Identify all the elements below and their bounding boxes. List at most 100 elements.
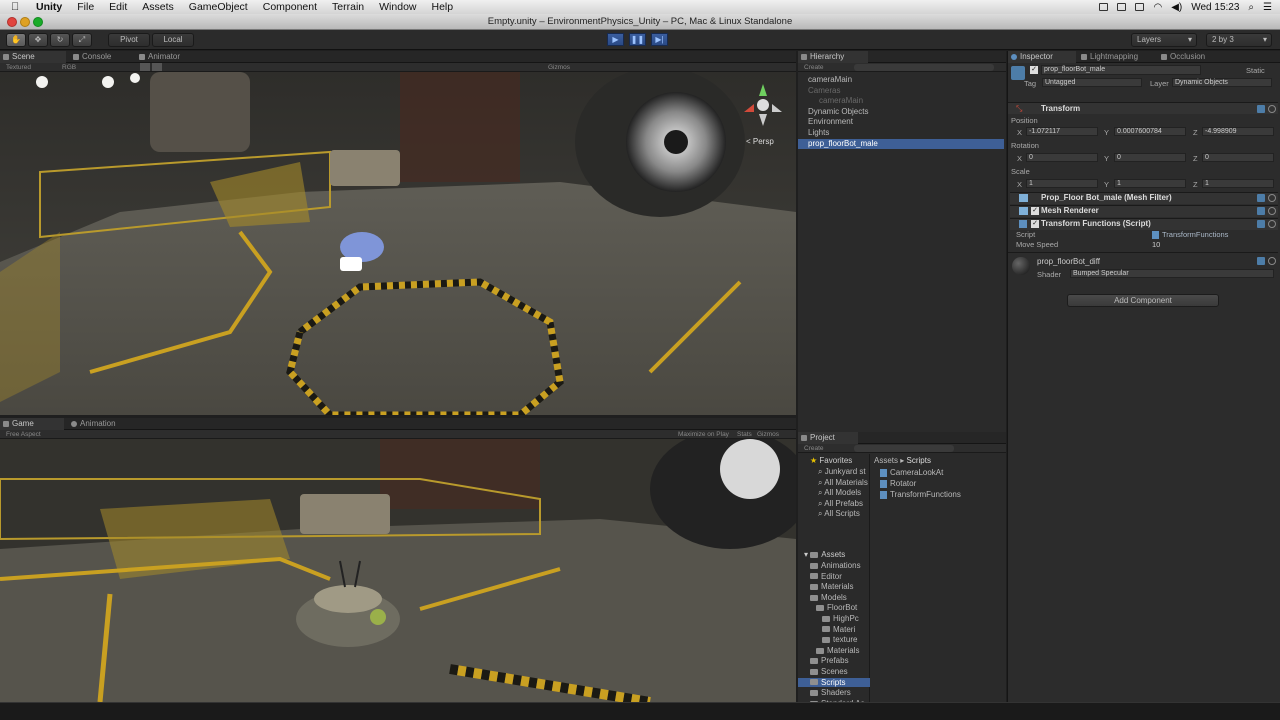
help-book-icon[interactable] xyxy=(1257,220,1265,228)
hierarchy-item[interactable]: Lights xyxy=(798,128,1004,138)
tab-animation[interactable]: Animation xyxy=(68,418,138,430)
hierarchy-item[interactable]: cameraMain xyxy=(798,96,1004,106)
tab-inspector[interactable]: Inspector xyxy=(1008,51,1076,63)
asset-folder-item[interactable]: Scenes xyxy=(798,667,870,676)
persp-label[interactable]: < Persp xyxy=(746,137,774,146)
maximize-on-play-toggle[interactable]: Maximize on Play xyxy=(678,430,729,439)
script-file-item[interactable]: TransformFunctions xyxy=(880,490,961,499)
rotate-tool-button[interactable]: ↻ xyxy=(50,33,70,47)
menu-component[interactable]: Component xyxy=(263,1,317,13)
asset-folder-item[interactable]: HighPc xyxy=(798,614,870,623)
help-book-icon[interactable] xyxy=(1257,257,1265,265)
menu-window[interactable]: Window xyxy=(379,1,416,13)
help-book-icon[interactable] xyxy=(1257,207,1265,215)
menu-gameobject[interactable]: GameObject xyxy=(189,1,248,13)
tab-lightmapping[interactable]: Lightmapping xyxy=(1078,51,1156,63)
lighting-toggle-icon[interactable] xyxy=(140,63,150,71)
move-tool-button[interactable]: ✥ xyxy=(28,33,48,47)
menu-file[interactable]: File xyxy=(77,1,94,13)
scale-y-field[interactable]: 1 xyxy=(1114,179,1186,188)
layer-dropdown[interactable]: Dynamic Objects xyxy=(1172,78,1272,87)
active-checkbox[interactable]: ✓ xyxy=(1030,66,1038,74)
asset-folder-item[interactable]: Materials xyxy=(798,582,870,591)
object-name-field[interactable]: prop_floorBot_male xyxy=(1041,65,1201,75)
favorite-item[interactable]: ⌕ All Materials xyxy=(818,478,868,488)
breadcrumb-leaf[interactable]: Scripts xyxy=(907,456,931,465)
scene-orientation-gizmo[interactable] xyxy=(740,82,786,128)
asset-folder-item[interactable]: Materials xyxy=(798,646,870,655)
battery-icon[interactable] xyxy=(1135,3,1145,11)
menu-edit[interactable]: Edit xyxy=(109,1,127,13)
tab-occlusion[interactable]: Occlusion xyxy=(1158,51,1228,63)
layers-dropdown[interactable]: Layers ▾ xyxy=(1131,33,1197,47)
rot-z-field[interactable]: 0 xyxy=(1202,153,1274,162)
pos-x-field[interactable]: -1.072117 xyxy=(1026,127,1098,136)
hierarchy-item[interactable]: Environment xyxy=(798,117,1004,127)
asset-folder-item[interactable]: Materi xyxy=(798,625,870,634)
rgb-dropdown[interactable]: RGB xyxy=(62,63,76,72)
tab-hierarchy[interactable]: Hierarchy xyxy=(798,51,868,63)
help-book-icon[interactable] xyxy=(1257,105,1265,113)
hierarchy-create-button[interactable]: Create xyxy=(804,63,824,72)
asset-folder-item[interactable]: Shaders xyxy=(798,688,870,697)
play-button[interactable]: ▶ xyxy=(607,33,624,46)
mesh-renderer-checkbox[interactable]: ✓ xyxy=(1031,207,1039,215)
hierarchy-item[interactable]: cameraMain xyxy=(798,75,1004,85)
favorite-item[interactable]: ⌕ All Models xyxy=(818,488,861,498)
search-icon[interactable]: ⌕ xyxy=(1248,2,1254,13)
rot-y-field[interactable]: 0 xyxy=(1114,153,1186,162)
asset-folder-item[interactable]: Editor xyxy=(798,572,870,581)
move-speed-field[interactable]: 10 xyxy=(1152,240,1160,249)
menu-app-name[interactable]: Unity xyxy=(36,1,62,13)
assets-header[interactable]: ▾ Assets xyxy=(804,550,845,559)
gear-icon[interactable] xyxy=(1268,194,1276,202)
add-component-button[interactable]: Add Component xyxy=(1067,294,1219,307)
script-file-item[interactable]: Rotator xyxy=(880,479,916,488)
gizmos-dropdown[interactable]: Gizmos xyxy=(548,63,570,72)
project-create-button[interactable]: Create xyxy=(804,444,824,453)
project-search-input[interactable] xyxy=(854,445,954,452)
pause-button[interactable]: ❚❚ xyxy=(629,33,646,46)
hierarchy-item[interactable]: prop_floorBot_male xyxy=(798,138,1004,149)
gizmos-toggle[interactable]: Gizmos xyxy=(757,430,779,439)
zoom-window-button[interactable] xyxy=(33,17,43,27)
minimize-window-button[interactable] xyxy=(20,17,30,27)
hand-tool-button[interactable]: ✋ xyxy=(6,33,26,47)
asset-folder-item[interactable]: Animations xyxy=(798,561,870,570)
static-toggle[interactable]: Static xyxy=(1246,66,1265,75)
help-book-icon[interactable] xyxy=(1257,194,1265,202)
local-toggle[interactable]: Local xyxy=(152,33,194,47)
pos-y-field[interactable]: 0.0007600784 xyxy=(1114,127,1186,136)
menu-help[interactable]: Help xyxy=(432,1,454,13)
apple-menu-icon[interactable]:  xyxy=(11,1,22,13)
volume-icon[interactable]: ◀) xyxy=(1171,2,1182,13)
asset-folder-item[interactable]: Prefabs xyxy=(798,656,870,665)
favorite-item[interactable]: ⌕ All Scripts xyxy=(818,509,860,519)
audio-toggle-icon[interactable] xyxy=(152,63,162,71)
favorites-header[interactable]: ★ Favorites xyxy=(810,456,852,465)
tag-dropdown[interactable]: Untagged xyxy=(1042,78,1142,87)
record-icon[interactable] xyxy=(1099,3,1109,11)
tab-animator[interactable]: Animator xyxy=(136,51,198,63)
clock[interactable]: Wed 15:23 xyxy=(1191,2,1239,13)
asset-folder-item[interactable]: Models xyxy=(798,593,870,602)
scale-z-field[interactable]: 1 xyxy=(1202,179,1274,188)
breadcrumb-root[interactable]: Assets xyxy=(874,456,898,465)
tab-game[interactable]: Game xyxy=(0,418,64,430)
asset-folder-item[interactable]: Scripts xyxy=(798,677,870,687)
script-field[interactable]: TransformFunctions xyxy=(1152,230,1228,240)
gear-icon[interactable] xyxy=(1268,105,1276,113)
script-checkbox[interactable]: ✓ xyxy=(1031,220,1039,228)
tab-console[interactable]: Console xyxy=(70,51,132,63)
favorite-item[interactable]: ⌕ All Prefabs xyxy=(818,499,863,509)
pivot-toggle[interactable]: Pivot xyxy=(108,33,150,47)
hierarchy-search-input[interactable] xyxy=(854,64,994,71)
gear-icon[interactable] xyxy=(1268,257,1276,265)
stats-toggle[interactable]: Stats xyxy=(737,430,752,439)
gear-icon[interactable] xyxy=(1268,207,1276,215)
gear-icon[interactable] xyxy=(1268,220,1276,228)
tab-scene[interactable]: Scene xyxy=(0,51,66,63)
layout-dropdown[interactable]: 2 by 3 ▾ xyxy=(1206,33,1272,47)
step-button[interactable]: ▶| xyxy=(651,33,668,46)
aspect-dropdown[interactable]: Free Aspect xyxy=(6,430,41,439)
